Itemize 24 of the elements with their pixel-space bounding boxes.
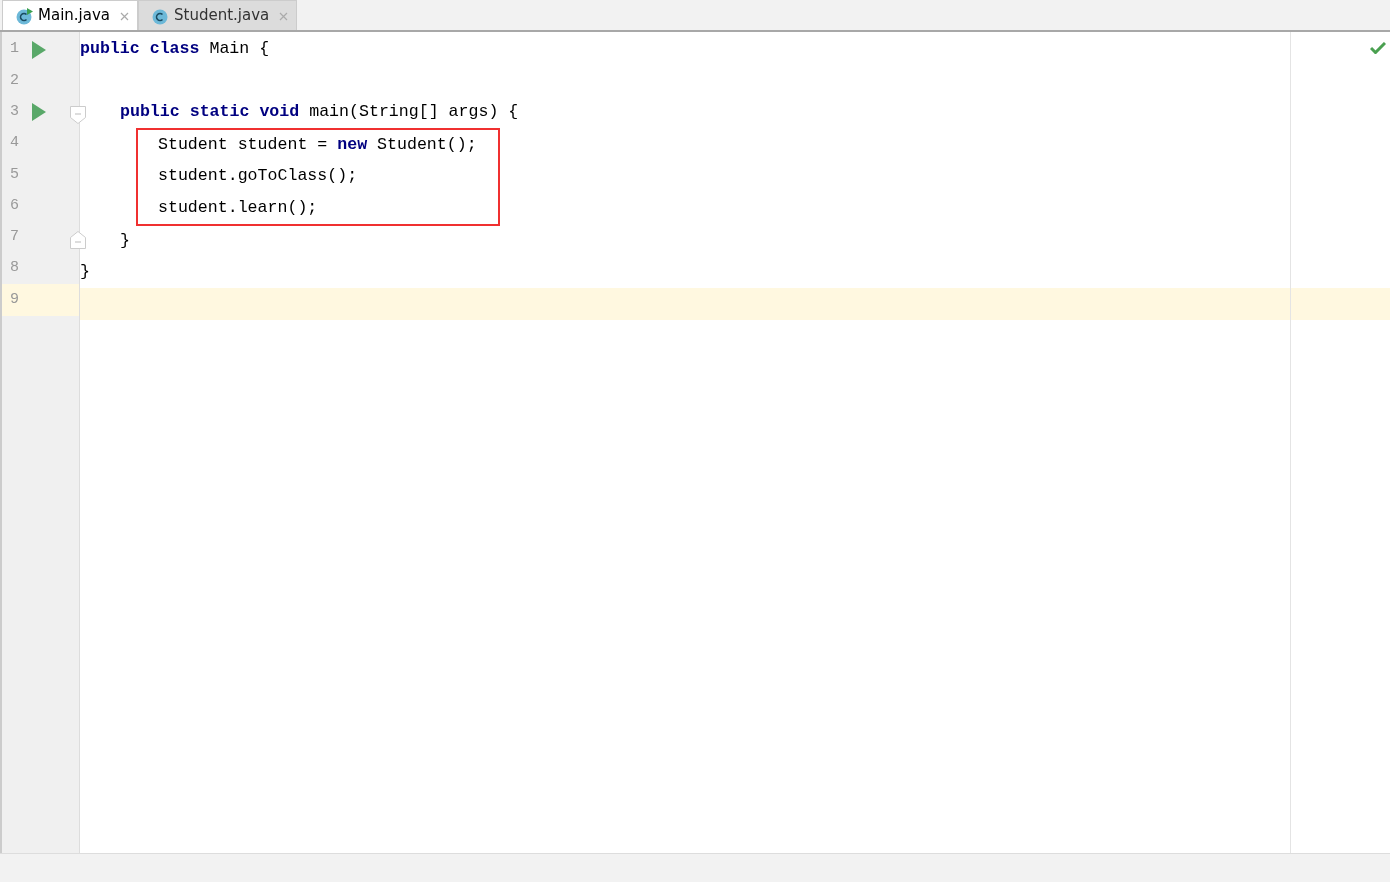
run-icon[interactable] (32, 103, 46, 122)
code-line: public class Main { (80, 38, 270, 61)
line-number: 4 (9, 133, 20, 154)
code-line: student.learn(); (158, 196, 318, 219)
close-icon (120, 11, 129, 21)
line-number: 7 (9, 227, 20, 248)
code-line: Student student = new Student(); (158, 134, 477, 157)
code-line: } (80, 261, 90, 284)
code-line: public static void main(String[] args) { (120, 100, 519, 123)
editor-tab[interactable]: Main.java (2, 0, 138, 30)
line-number: 5 (9, 164, 20, 185)
line-number: 8 (9, 258, 20, 279)
close-icon (279, 11, 289, 21)
line-number: 6 (9, 195, 20, 216)
line-number: 1 (9, 39, 20, 60)
fold-icon[interactable] (70, 106, 86, 125)
run-icon[interactable] (32, 40, 46, 59)
line-number: 2 (9, 70, 20, 91)
editor-tab[interactable]: Student.java (138, 0, 298, 30)
line-number: 3 (9, 102, 20, 122)
line-number: 9 (9, 289, 20, 310)
fold-icon[interactable] (70, 231, 86, 250)
code-line: student.goToClass(); (158, 165, 358, 188)
code-line: } (120, 230, 130, 252)
